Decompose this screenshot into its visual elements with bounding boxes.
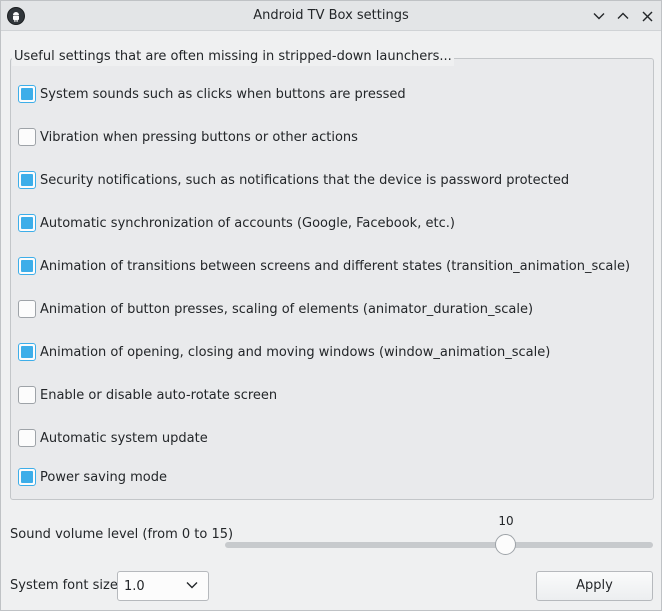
settings-window: Android TV Box settings Useful settings … <box>0 0 662 611</box>
checkbox-indicator[interactable] <box>18 257 36 275</box>
font-size-label: System font size <box>10 578 118 593</box>
checkbox-indicator[interactable] <box>18 386 36 404</box>
checkbox-label: Automatic synchronization of accounts (G… <box>40 215 455 231</box>
minimize-button[interactable] <box>590 7 608 25</box>
font-size-select[interactable]: 1.0 <box>117 571 209 601</box>
chevron-down-icon <box>186 582 198 589</box>
checkbox-label: System sounds such as clicks when button… <box>40 86 406 102</box>
checkbox-indicator[interactable] <box>18 300 36 318</box>
checkbox-indicator[interactable] <box>18 171 36 189</box>
group-title: Useful settings that are often missing i… <box>12 48 454 66</box>
checkbox-animator-duration[interactable]: Animation of button presses, scaling of … <box>18 299 533 319</box>
volume-slider-handle[interactable] <box>495 534 516 555</box>
checkbox-indicator[interactable] <box>18 468 36 486</box>
volume-value: 10 <box>498 514 514 528</box>
checkbox-transition-animation[interactable]: Animation of transitions between screens… <box>18 256 630 276</box>
window-title: Android TV Box settings <box>253 8 409 23</box>
checkbox-label: Security notifications, such as notifica… <box>40 172 570 188</box>
checkbox-label: Vibration when pressing buttons or other… <box>40 129 358 145</box>
checkbox-window-animation[interactable]: Animation of opening, closing and moving… <box>18 342 550 362</box>
volume-slider-track[interactable] <box>225 542 653 548</box>
font-size-value: 1.0 <box>124 579 145 594</box>
checkbox-account-sync[interactable]: Automatic synchronization of accounts (G… <box>18 213 455 233</box>
checkbox-label: Automatic system update <box>40 430 208 446</box>
title-bar[interactable]: Android TV Box settings <box>1 1 661 31</box>
maximize-button[interactable] <box>614 7 632 25</box>
checkbox-label: Animation of opening, closing and moving… <box>40 344 551 360</box>
checkbox-label: Animation of button presses, scaling of … <box>40 301 534 317</box>
checkbox-system-sounds[interactable]: System sounds such as clicks when button… <box>18 84 406 104</box>
close-button[interactable] <box>638 7 656 25</box>
checkbox-indicator[interactable] <box>18 85 36 103</box>
checkbox-security-notifications[interactable]: Security notifications, such as notifica… <box>18 170 569 190</box>
checkbox-indicator[interactable] <box>18 429 36 447</box>
volume-label: Sound volume level (from 0 to 15) <box>10 527 234 542</box>
checkbox-system-update[interactable]: Automatic system update <box>18 428 208 448</box>
checkbox-power-saving[interactable]: Power saving mode <box>18 467 167 487</box>
close-icon <box>642 11 652 21</box>
checkbox-indicator[interactable] <box>18 214 36 232</box>
checkbox-auto-rotate[interactable]: Enable or disable auto-rotate screen <box>18 385 277 405</box>
checkbox-indicator[interactable] <box>18 128 36 146</box>
chevron-down-icon <box>593 13 605 20</box>
chevron-up-icon <box>617 12 629 19</box>
apply-button[interactable]: Apply <box>536 571 653 601</box>
checkbox-label: Power saving mode <box>40 469 167 485</box>
checkbox-vibration[interactable]: Vibration when pressing buttons or other… <box>18 127 358 147</box>
checkbox-indicator[interactable] <box>18 343 36 361</box>
checkbox-label: Enable or disable auto-rotate screen <box>40 387 278 403</box>
checkbox-label: Animation of transitions between screens… <box>40 258 631 274</box>
